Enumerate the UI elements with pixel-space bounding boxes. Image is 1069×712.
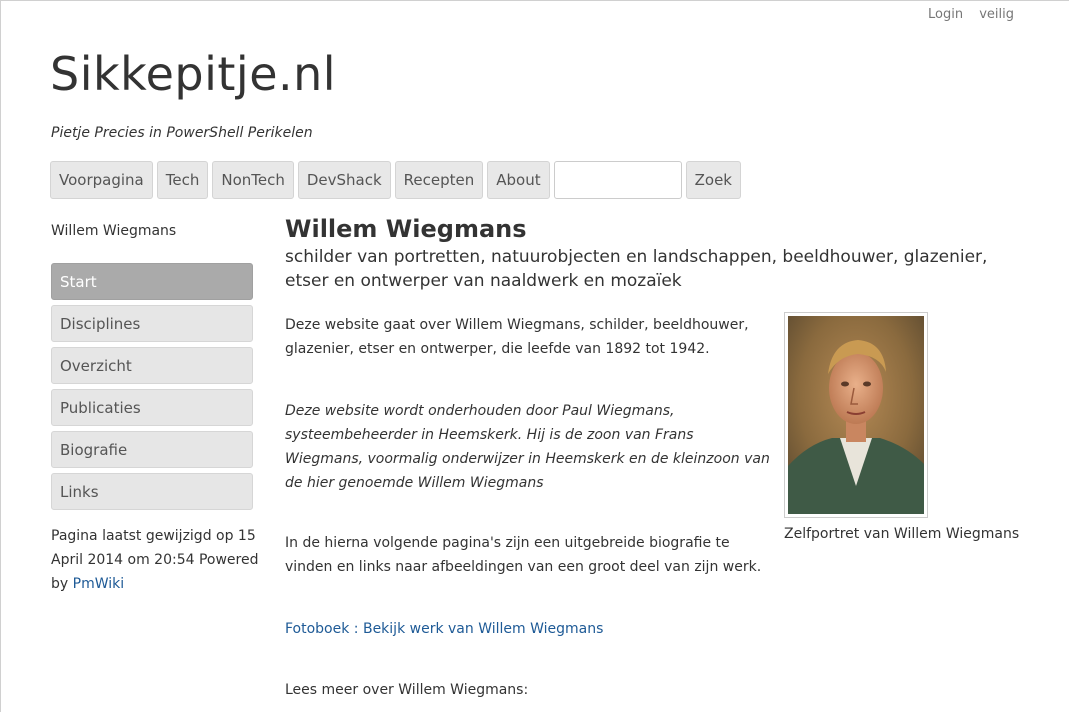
login-link[interactable]: Login bbox=[928, 7, 963, 22]
maintainer-paragraph: Deze website wordt onderhouden door Paul… bbox=[285, 403, 770, 491]
nav-about[interactable]: About bbox=[487, 161, 550, 199]
biography-paragraph: In de hierna volgende pagina's zijn een … bbox=[285, 535, 762, 575]
nav-voorpagina[interactable]: Voorpagina bbox=[50, 161, 153, 199]
page-title: Willem Wiegmans bbox=[285, 215, 527, 243]
user-links: Login veilig bbox=[916, 7, 1014, 22]
fotoboek-link[interactable]: Fotoboek : Bekijk werk van Willem Wiegma… bbox=[285, 621, 603, 637]
sidebar-item-overzicht[interactable]: Overzicht bbox=[51, 347, 253, 384]
intro-paragraph: Deze website gaat over Willem Wiegmans, … bbox=[285, 317, 749, 357]
portrait-figure: Zelfportret van Willem Wiegmans bbox=[784, 312, 1019, 542]
sidebar-footer: Pagina laatst gewijzigd op 15 April 2014… bbox=[51, 524, 271, 596]
site-tagline: Pietje Precies in PowerShell Perikelen bbox=[51, 125, 313, 141]
site-title[interactable]: Sikkepitje.nl bbox=[50, 47, 336, 101]
self-portrait-image[interactable] bbox=[784, 312, 928, 518]
search-button[interactable]: Zoek bbox=[685, 161, 741, 199]
nav-devshack[interactable]: DevShack bbox=[297, 161, 391, 199]
nav-recepten[interactable]: Recepten bbox=[394, 161, 484, 199]
sidebar-item-start[interactable]: Start bbox=[51, 263, 253, 300]
nav-tech[interactable]: Tech bbox=[156, 161, 209, 199]
fotoboek-paragraph: Fotoboek : Bekijk werk van Willem Wiegma… bbox=[285, 617, 775, 641]
nav-nontech[interactable]: NonTech bbox=[212, 161, 294, 199]
pmwiki-link[interactable]: PmWiki bbox=[73, 576, 125, 592]
main-nav: Voorpagina Tech NonTech DevShack Recepte… bbox=[50, 161, 745, 199]
sidebar-page-name: Willem Wiegmans bbox=[51, 223, 177, 239]
read-more-paragraph: Lees meer over Willem Wiegmans: bbox=[285, 682, 529, 698]
search-input[interactable] bbox=[553, 161, 682, 199]
secure-link[interactable]: veilig bbox=[979, 7, 1014, 22]
self-portrait-painting bbox=[788, 316, 924, 514]
page-subtitle: schilder van portretten, natuurobjecten … bbox=[285, 247, 988, 291]
portrait-caption: Zelfportret van Willem Wiegmans bbox=[784, 526, 1020, 542]
sidebar-item-biografie[interactable]: Biografie bbox=[51, 431, 253, 468]
sidebar-item-publicaties[interactable]: Publicaties bbox=[51, 389, 253, 426]
sidebar-item-disciplines[interactable]: Disciplines bbox=[51, 305, 253, 342]
sidebar: Willem Wiegmans Start Disciplines Overzi… bbox=[51, 223, 266, 596]
sidebar-item-links[interactable]: Links bbox=[51, 473, 253, 510]
main-content: Willem Wiegmans schilder van portretten,… bbox=[285, 213, 1025, 698]
